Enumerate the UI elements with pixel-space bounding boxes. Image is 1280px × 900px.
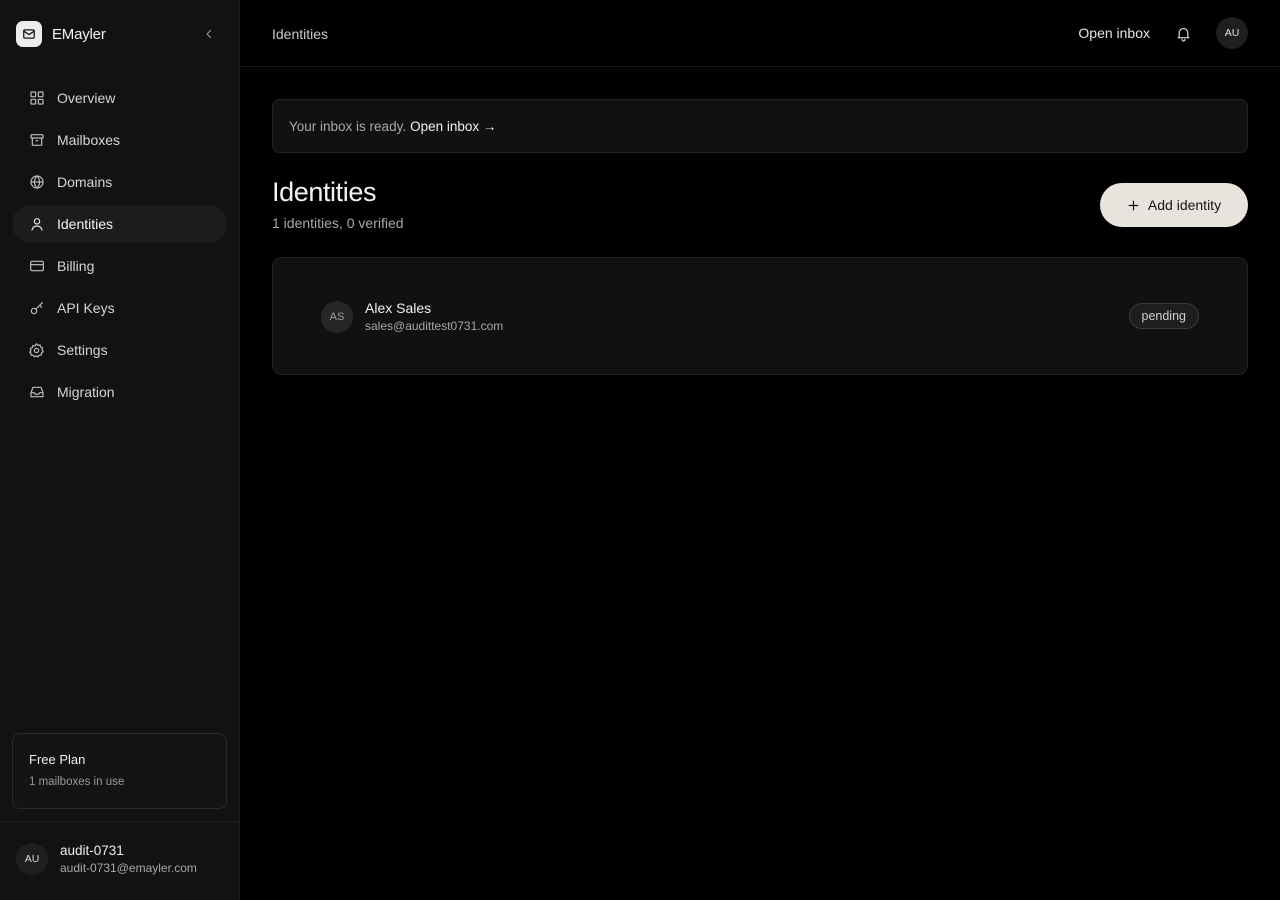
identities-list: AS Alex Sales sales@audittest0731.com pe… bbox=[272, 257, 1248, 375]
bell-icon[interactable] bbox=[1174, 24, 1192, 42]
app-name: EMayler bbox=[52, 25, 106, 43]
globe-icon bbox=[28, 174, 45, 191]
sidebar-item-settings[interactable]: Settings bbox=[12, 331, 227, 369]
avatar: AS bbox=[321, 300, 353, 333]
breadcrumb: Identities bbox=[272, 26, 329, 42]
credit-card-icon bbox=[28, 258, 45, 275]
avatar[interactable]: AU bbox=[1216, 17, 1248, 49]
sidebar-item-mailboxes[interactable]: Mailboxes bbox=[12, 121, 227, 159]
user-icon bbox=[28, 216, 45, 233]
brand[interactable]: EMayler bbox=[16, 21, 106, 47]
sidebar-nav: Overview Mailboxes Domains Identities Bi… bbox=[12, 79, 227, 415]
sidebar-item-billing[interactable]: Billing bbox=[12, 247, 227, 285]
sidebar-item-label: Mailboxes bbox=[57, 132, 121, 148]
page-title: Identities bbox=[272, 177, 377, 207]
inbox-ready-banner: Your inbox is ready. Open inbox → bbox=[272, 99, 1248, 153]
divider bbox=[0, 821, 239, 822]
grid-icon bbox=[28, 90, 45, 107]
chevron-left-icon[interactable] bbox=[200, 25, 218, 43]
page-subtitle: 1 identities, 0 verified bbox=[272, 215, 404, 231]
key-icon bbox=[28, 300, 45, 317]
sidebar-item-api-keys[interactable]: API Keys bbox=[12, 289, 227, 327]
add-identity-button[interactable]: Add identity bbox=[1100, 183, 1248, 227]
sidebar-item-overview[interactable]: Overview bbox=[12, 79, 227, 117]
avatar: AU bbox=[16, 843, 48, 875]
sidebar-item-label: Migration bbox=[57, 384, 115, 400]
inbox-icon bbox=[28, 384, 45, 401]
banner-open-inbox-link[interactable]: Open inbox → bbox=[410, 119, 496, 134]
user-profile[interactable]: AU audit-0731 audit-0731@emayler.com bbox=[16, 843, 197, 875]
add-identity-label: Add identity bbox=[1147, 197, 1222, 213]
gear-icon bbox=[28, 342, 45, 359]
sidebar-item-label: API Keys bbox=[57, 300, 115, 316]
mail-icon bbox=[16, 21, 42, 47]
identity-email: sales@audittest0731.com bbox=[365, 319, 504, 333]
sidebar: EMayler Overview Mailboxes Domains Ident… bbox=[0, 0, 240, 900]
plan-usage: 1 mailboxes in use bbox=[29, 776, 125, 788]
sidebar-item-identities[interactable]: Identities bbox=[12, 205, 227, 243]
archive-box-icon bbox=[28, 132, 45, 149]
list-item[interactable]: AS Alex Sales sales@audittest0731.com bbox=[321, 300, 503, 333]
identity-name: Alex Sales bbox=[365, 300, 432, 316]
plan-title: Free Plan bbox=[29, 752, 86, 767]
sidebar-item-migration[interactable]: Migration bbox=[12, 373, 227, 411]
sidebar-item-label: Billing bbox=[57, 258, 95, 274]
plan-card[interactable]: Free Plan 1 mailboxes in use bbox=[12, 733, 227, 809]
user-name: audit-0731 bbox=[60, 843, 124, 858]
open-inbox-link[interactable]: Open inbox bbox=[1078, 25, 1150, 41]
banner-text: Your inbox is ready. bbox=[289, 118, 407, 134]
sidebar-item-label: Identities bbox=[57, 216, 114, 232]
topbar: Identities Open inbox AU bbox=[240, 0, 1280, 67]
sidebar-item-label: Settings bbox=[57, 342, 108, 358]
sidebar-item-label: Domains bbox=[57, 174, 113, 190]
status-badge: pending bbox=[1128, 303, 1199, 329]
user-email: audit-0731@emayler.com bbox=[60, 861, 197, 875]
sidebar-item-domains[interactable]: Domains bbox=[12, 163, 227, 201]
plus-icon bbox=[1127, 199, 1140, 212]
sidebar-item-label: Overview bbox=[57, 90, 116, 106]
